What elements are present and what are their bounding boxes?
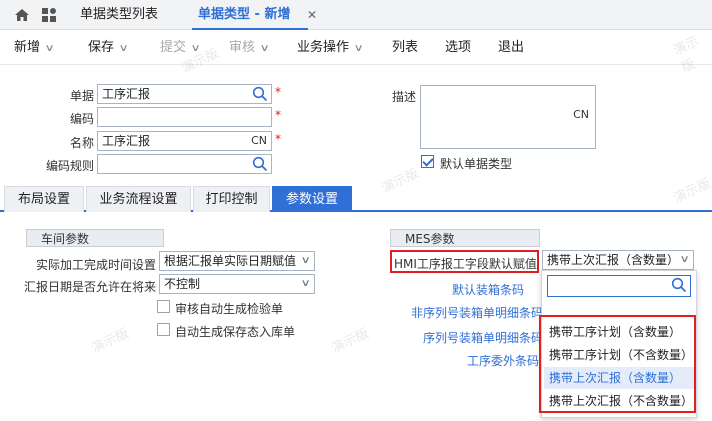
tab-business-flow[interactable]: 业务流程设置 <box>86 186 191 212</box>
auto-inspection-label: 审核自动生成检验单 <box>175 302 284 316</box>
mes-params-title: MES参数 <box>390 229 540 247</box>
code-rule-field[interactable] <box>97 154 272 174</box>
auto-stock-in-label: 自动生成保存态入库单 <box>175 325 296 339</box>
new-button[interactable]: 新增 ∨ <box>14 31 55 65</box>
doc-value: 工序汇报 <box>102 87 151 101</box>
name-value: 工序汇报 <box>102 134 151 148</box>
workshop-params-title: 车间参数 <box>26 229 164 247</box>
list-button[interactable]: 列表 <box>392 31 418 65</box>
chevron-down-icon: ∨ <box>300 278 311 289</box>
doc-field[interactable]: 工序汇报 <box>97 84 272 104</box>
search-icon[interactable] <box>252 86 268 102</box>
apps-grid-icon[interactable] <box>41 7 57 23</box>
default-box-barcode-link[interactable]: 默认装箱条码 <box>452 281 524 298</box>
close-icon[interactable]: ✕ <box>307 0 317 30</box>
home-icon[interactable] <box>14 7 30 23</box>
name-field[interactable]: 工序汇报 CN <box>97 131 272 151</box>
watermark: 演示版 <box>329 326 372 357</box>
chevron-down-icon: ∨ <box>353 43 364 54</box>
save-button[interactable]: 保存 ∨ <box>88 31 129 65</box>
language-cn-label[interactable]: CN <box>573 108 589 121</box>
description-textarea[interactable]: CN <box>420 85 596 149</box>
hmi-default-value: 携带上次汇报（含数量） <box>547 253 680 267</box>
report-date-select[interactable]: 不控制 ∨ <box>159 274 315 294</box>
doc-label: 单据 <box>69 89 94 103</box>
hmi-default-select[interactable]: 携带上次汇报（含数量） ∨ <box>542 250 694 270</box>
watermark: 演示版 <box>89 326 132 357</box>
outsource-barcode-link[interactable]: 工序委外条码 <box>467 352 539 369</box>
toolbar: 新增 ∨ 保存 ∨ 提交 ∨ 审核 ∨ 业务操作 ∨ 列表 选项 退出 <box>0 31 712 65</box>
tab-parameter-settings[interactable]: 参数设置 <box>272 186 352 212</box>
auto-stock-in-checkbox[interactable] <box>157 323 170 336</box>
submit-button[interactable]: 提交 ∨ <box>160 31 201 65</box>
tab-bill-type-new[interactable]: 单据类型 - 新增 <box>191 0 309 30</box>
hmi-default-label: HMI工序报工字段默认赋值 <box>394 257 537 271</box>
tab-print-control[interactable]: 打印控制 <box>193 186 270 212</box>
finish-time-value: 根据汇报单实际日期赋值 <box>164 254 297 268</box>
code-label: 编码 <box>69 112 94 126</box>
business-operation-button[interactable]: 业务操作 ∨ <box>297 31 364 65</box>
tab-layout-settings[interactable]: 布局设置 <box>4 186 84 212</box>
language-cn-label[interactable]: CN <box>251 132 267 150</box>
chevron-down-icon: ∨ <box>259 43 270 54</box>
required-mark: * <box>275 132 281 146</box>
auto-inspection-checkbox[interactable] <box>157 300 170 313</box>
chevron-down-icon: ∨ <box>679 254 690 265</box>
finish-time-select[interactable]: 根据汇报单实际日期赋值 ∨ <box>159 251 315 271</box>
exit-button[interactable]: 退出 <box>498 31 524 65</box>
chevron-down-icon: ∨ <box>44 43 55 54</box>
report-date-label: 汇报日期是否允许在将来 <box>23 280 156 294</box>
report-date-value: 不控制 <box>164 277 201 291</box>
options-button[interactable]: 选项 <box>445 31 471 65</box>
required-mark: * <box>275 108 281 122</box>
chevron-down-icon: ∨ <box>190 43 201 54</box>
tab-bill-type-list[interactable]: 单据类型列表 <box>80 0 158 30</box>
nonserial-box-barcode-link[interactable]: 非序列号装箱单明细条码 <box>411 304 543 321</box>
name-label: 名称 <box>69 136 94 150</box>
dropdown-search-input[interactable] <box>547 275 691 297</box>
highlight-box <box>539 315 696 413</box>
serial-box-barcode-link[interactable]: 序列号装箱单明细条码 <box>423 329 543 346</box>
tab-bar: 单据类型列表 单据类型 - 新增 ✕ <box>0 0 712 30</box>
chevron-down-icon: ∨ <box>118 43 129 54</box>
description-label: 描述 <box>392 90 417 104</box>
audit-button[interactable]: 审核 ∨ <box>229 31 270 65</box>
section-tabs: 布局设置 业务流程设置 打印控制 参数设置 <box>0 186 712 212</box>
default-bill-type-checkbox[interactable] <box>421 155 434 168</box>
search-icon[interactable] <box>671 277 687 293</box>
required-mark: * <box>275 85 281 99</box>
default-bill-type-label: 默认单据类型 <box>440 157 513 171</box>
chevron-down-icon: ∨ <box>300 255 311 266</box>
finish-time-label: 实际加工完成时间设置 <box>35 258 156 272</box>
code-rule-label: 编码规则 <box>45 159 94 173</box>
code-field[interactable] <box>97 107 272 127</box>
search-icon[interactable] <box>252 156 268 172</box>
